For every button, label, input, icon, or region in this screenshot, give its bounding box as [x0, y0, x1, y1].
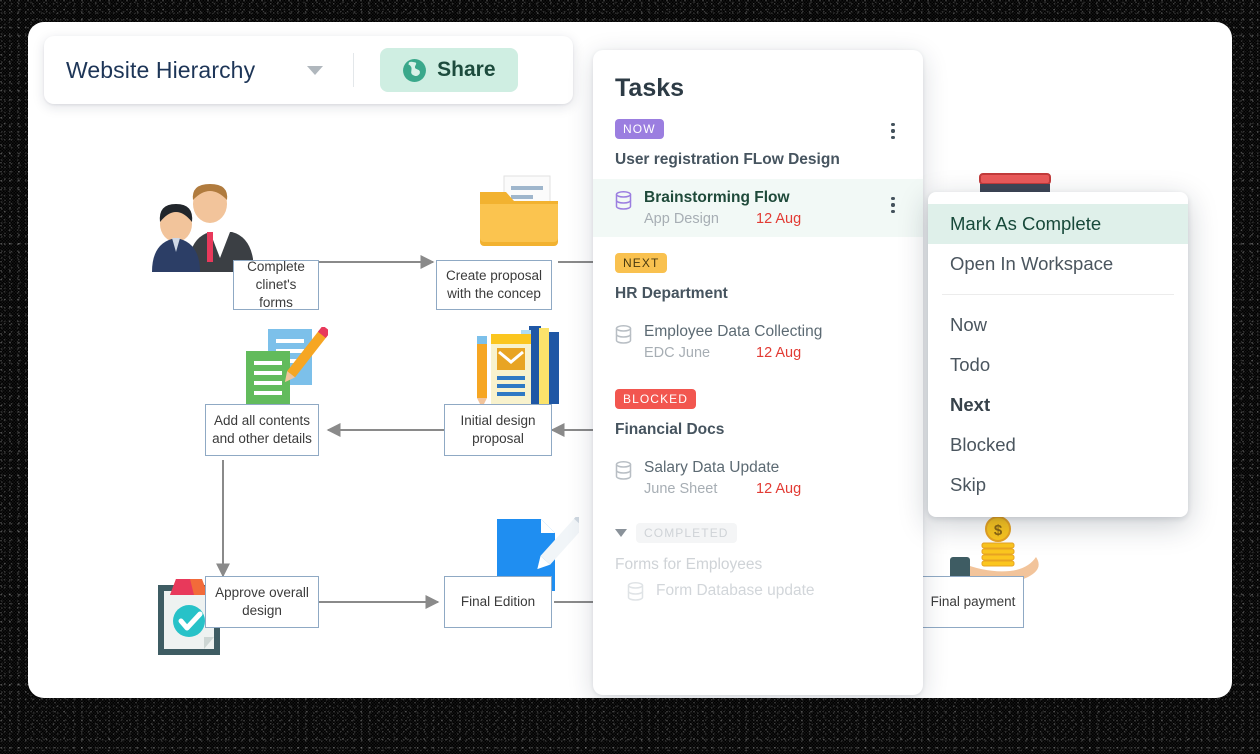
menu-item-next[interactable]: Next: [928, 385, 1188, 425]
menu-item-blocked[interactable]: Blocked: [928, 425, 1188, 465]
task-group-title: HR Department: [615, 284, 728, 302]
menu-item-skip[interactable]: Skip: [928, 465, 1188, 505]
flow-node-final-edition[interactable]: Final Edition: [444, 576, 552, 628]
books-illustration: [477, 326, 559, 408]
task-name: Brainstorming Flow: [644, 189, 790, 206]
menu-item-now[interactable]: Now: [928, 305, 1188, 345]
menu-item-mark-as-complete[interactable]: Mark As Complete: [928, 204, 1188, 244]
task-row[interactable]: Brainstorming Flow App Design 12 Aug: [593, 179, 923, 237]
task-name: Employee Data Collecting: [644, 322, 823, 340]
flow-node-add-all-contents[interactable]: Add all contents and other details: [205, 404, 319, 456]
task-section-next: NEXT HR Department: [593, 252, 923, 303]
flow-node-line2: clinet's forms: [255, 277, 297, 310]
menu-item-todo[interactable]: Todo: [928, 345, 1188, 385]
share-button[interactable]: Share: [380, 48, 518, 92]
task-overflow-menu-icon[interactable]: [883, 195, 903, 215]
tasks-panel-title: Tasks: [615, 74, 685, 102]
section-overflow-menu-icon[interactable]: [883, 121, 903, 141]
flow-node-approve-overall-design[interactable]: Approve overall design: [205, 576, 319, 628]
task-due-date: 12 Aug: [756, 480, 802, 497]
task-context-menu: Mark As Complete Open In Workspace Now T…: [928, 192, 1188, 517]
flow-node-line1: Final Edition: [460, 594, 536, 610]
completed-group-title: Forms for Employees: [615, 555, 763, 573]
status-badge-completed[interactable]: COMPLETED: [636, 522, 737, 543]
task-subtitle: June Sheet: [644, 480, 718, 497]
task-row[interactable]: Salary Data Update June Sheet 12 Aug: [593, 449, 923, 507]
flow-node-line2: with the concep: [447, 286, 541, 301]
flow-node-line1: Final payment: [930, 594, 1016, 610]
database-icon: [615, 460, 632, 480]
flow-node-complete-clients-forms[interactable]: Complete clinet's forms: [233, 259, 319, 310]
people-illustration: [152, 184, 253, 272]
task-group-title: Financial Docs: [615, 420, 725, 438]
edit-documents-illustration: [246, 327, 328, 405]
header-divider: [353, 53, 355, 87]
flow-node-line2: and other details: [212, 431, 312, 446]
task-name: Salary Data Update: [644, 458, 780, 476]
flow-node-final-payment[interactable]: Final payment: [922, 576, 1024, 628]
tasks-panel: Tasks NOW User registration FLow Design …: [593, 50, 923, 695]
completed-task-name: Form Database update: [656, 582, 815, 600]
menu-separator: [942, 294, 1174, 295]
task-due-date: 12 Aug: [756, 344, 802, 361]
flow-node-line1: Complete: [247, 259, 305, 275]
task-subtitle: App Design: [644, 210, 719, 227]
task-section-completed[interactable]: COMPLETED: [593, 522, 923, 543]
flow-node-line2: proposal: [472, 431, 524, 446]
database-icon: [627, 581, 644, 601]
flow-node-create-proposal[interactable]: Create proposal with the concep: [436, 260, 552, 310]
status-badge-next[interactable]: NEXT: [615, 252, 668, 273]
status-badge-now[interactable]: NOW: [615, 119, 664, 139]
globe-icon: [403, 58, 427, 82]
task-subtitle: EDC June: [644, 344, 711, 361]
database-icon: [615, 191, 632, 210]
folder-illustration: [480, 175, 558, 246]
flow-node-line1: Create proposal: [445, 268, 543, 284]
completed-task-row[interactable]: Form Database update: [593, 574, 923, 601]
share-button-label: Share: [437, 58, 496, 81]
task-row[interactable]: Employee Data Collecting EDC June 12 Aug: [593, 313, 923, 371]
task-section-now: NOW User registration FLow Design: [593, 119, 923, 169]
menu-item-open-in-workspace[interactable]: Open In Workspace: [928, 244, 1188, 284]
task-section-blocked: BLOCKED Financial Docs: [593, 388, 923, 439]
flow-node-line1: Add all contents: [213, 413, 311, 429]
app-canvas: $ Complete clinet's forms Create proposa…: [28, 22, 1232, 698]
chevron-down-icon[interactable]: [307, 65, 324, 75]
task-group-title: User registration FLow Design: [615, 151, 840, 168]
database-icon: [615, 324, 632, 344]
flow-node-line2: design: [242, 603, 282, 618]
flow-node-initial-design-proposal[interactable]: Initial design proposal: [444, 404, 552, 456]
triangle-down-icon[interactable]: [615, 528, 627, 537]
flow-node-line1: Approve overall: [215, 585, 309, 601]
task-due-date: 12 Aug: [756, 210, 802, 227]
page-title: Website Hierarchy: [66, 56, 256, 83]
flow-node-line1: Initial design: [460, 413, 536, 429]
document-header-bar: Website Hierarchy Share: [44, 36, 573, 104]
svg-text:$: $: [994, 522, 1003, 539]
status-badge-blocked[interactable]: BLOCKED: [615, 388, 697, 409]
